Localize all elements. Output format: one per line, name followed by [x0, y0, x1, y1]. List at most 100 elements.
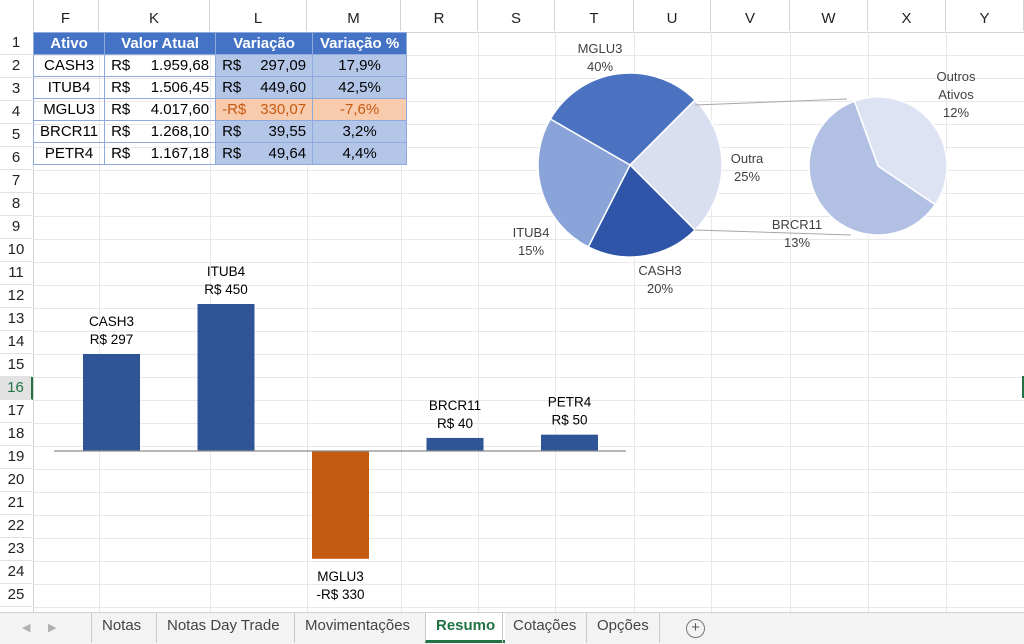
- cell-variacao-pct[interactable]: 3,2%: [312, 120, 408, 143]
- row-header[interactable]: 15: [0, 354, 32, 377]
- cell-ativo[interactable]: BRCR11: [32, 120, 106, 143]
- bar-brcr11[interactable]: [426, 437, 484, 451]
- col-header[interactable]: L: [210, 0, 307, 31]
- column-header-bar: F K L M R S T U V W X Y: [0, 0, 1024, 33]
- row-header[interactable]: 20: [0, 469, 32, 492]
- table-header-row: Ativo Valor Atual Variação Variação %: [32, 32, 408, 55]
- row-header[interactable]: 24: [0, 561, 32, 584]
- row-header[interactable]: 17: [0, 400, 32, 423]
- col-header[interactable]: T: [555, 0, 634, 31]
- row-header[interactable]: 11: [0, 262, 32, 285]
- bar-value-label: R$ 50: [551, 413, 587, 428]
- header-variacao[interactable]: Variação: [215, 32, 314, 55]
- row-header[interactable]: 18: [0, 423, 32, 446]
- row-header[interactable]: 21: [0, 492, 32, 515]
- pie-data-label: 40%: [587, 59, 613, 74]
- row-header[interactable]: 25: [0, 584, 32, 607]
- cell-valor-atual[interactable]: R$ 1.959,68: [104, 54, 217, 77]
- row-header[interactable]: 22: [0, 515, 32, 538]
- col-header[interactable]: K: [99, 0, 210, 31]
- cell-variacao[interactable]: R$ 297,09: [215, 54, 314, 77]
- pie-data-label: 12%: [943, 105, 969, 120]
- allocation-pie-chart[interactable]: MGLU3 40% Outra 25% CASH3 20% ITUB4 15% BRCR11 13…: [495, 35, 995, 305]
- row-header[interactable]: 5: [0, 124, 32, 147]
- tab-cotacoes[interactable]: Cotações: [502, 613, 586, 643]
- tab-notas[interactable]: Notas: [91, 613, 151, 643]
- bar-mglu3[interactable]: [312, 451, 369, 559]
- bar-cash3[interactable]: [83, 353, 140, 451]
- variation-bar-chart[interactable]: CASH3 R$ 297 ITUB4 R$ 450 MGLU3 -R$ 330 BRCR11…: [40, 255, 640, 605]
- bar-value-label: -R$ 330: [316, 587, 364, 602]
- row-header[interactable]: 3: [0, 78, 32, 101]
- col-header[interactable]: X: [868, 0, 946, 31]
- tab-opcoes[interactable]: Opções: [586, 613, 660, 643]
- bar-value-label: R$ 40: [437, 416, 473, 431]
- row-header[interactable]: 12: [0, 285, 32, 308]
- col-header[interactable]: W: [790, 0, 868, 31]
- table-row: CASH3 R$ 1.959,68 R$ 297,09 17,9%: [32, 54, 408, 77]
- col-header[interactable]: R: [401, 0, 478, 31]
- row-header[interactable]: 6: [0, 147, 32, 170]
- table-row: BRCR11 R$ 1.268,10 R$ 39,55 3,2%: [32, 120, 408, 143]
- row-header[interactable]: 14: [0, 331, 32, 354]
- tab-notas-day-trade[interactable]: Notas Day Trade: [156, 613, 290, 643]
- tab-movimentacoes[interactable]: Movimentações: [294, 613, 420, 643]
- cell-variacao[interactable]: R$ 449,60: [215, 76, 314, 99]
- cell-variacao[interactable]: R$ 49,64: [215, 142, 314, 165]
- cell-valor-atual[interactable]: R$ 1.268,10: [104, 120, 217, 143]
- table-row: PETR4 R$ 1.167,18 R$ 49,64 4,4%: [32, 142, 408, 165]
- row-header[interactable]: 1: [0, 32, 32, 55]
- cell-variacao[interactable]: R$ 39,55: [215, 120, 314, 143]
- col-header[interactable]: V: [711, 0, 790, 31]
- cell-valor-atual[interactable]: R$ 1.167,18: [104, 142, 217, 165]
- cell-variacao-pct[interactable]: 17,9%: [312, 54, 408, 77]
- header-ativo[interactable]: Ativo: [32, 32, 106, 55]
- row-header[interactable]: 8: [0, 193, 32, 216]
- cell-variacao-pct[interactable]: -7,6%: [312, 98, 408, 121]
- row-header-bar: 1 2 3 4 5 6 7 8 9 10 11 12 13 14 15 16 17 18 19 20 21 22 23 24 2…: [0, 32, 34, 612]
- cell-ativo[interactable]: PETR4: [32, 142, 106, 165]
- pie-connector-line: [694, 98, 848, 106]
- header-valor-atual[interactable]: Valor Atual: [104, 32, 217, 55]
- tab-scroll-left-icon[interactable]: ◀: [22, 621, 30, 634]
- sheet-tab-bar: ◀ ▶ Notas Notas Day Trade Movimentações …: [0, 612, 1024, 644]
- pie-data-label: CASH3: [638, 263, 681, 278]
- table-row: MGLU3 R$ 4.017,60 -R$ 330,07 -7,6%: [32, 98, 408, 121]
- bar-petr4[interactable]: [541, 434, 598, 451]
- tab-resumo[interactable]: Resumo: [425, 613, 506, 643]
- row-header[interactable]: 10: [0, 239, 32, 262]
- row-header[interactable]: 23: [0, 538, 32, 561]
- cell-variacao-pct[interactable]: 4,4%: [312, 142, 408, 165]
- cell-ativo[interactable]: ITUB4: [32, 76, 106, 99]
- row-header[interactable]: 19: [0, 446, 32, 469]
- tab-scroll-right-icon[interactable]: ▶: [48, 621, 56, 634]
- pie-data-label: Outros: [936, 69, 976, 84]
- cell-variacao[interactable]: -R$ 330,07: [215, 98, 314, 121]
- row-header[interactable]: 9: [0, 216, 32, 239]
- summary-table: Ativo Valor Atual Variação Variação % CA…: [32, 32, 408, 165]
- row-header[interactable]: 2: [0, 55, 32, 78]
- pie-data-label: ITUB4: [513, 225, 550, 240]
- cell-valor-atual[interactable]: R$ 1.506,45: [104, 76, 217, 99]
- cell-valor-atual[interactable]: R$ 4.017,60: [104, 98, 217, 121]
- col-header[interactable]: S: [478, 0, 555, 31]
- bar-value-label: R$ 450: [204, 282, 248, 297]
- bar-category-label: MGLU3: [317, 569, 364, 584]
- bar-itub4[interactable]: [197, 304, 255, 451]
- row-header[interactable]: 7: [0, 170, 32, 193]
- col-header[interactable]: Y: [946, 0, 1024, 31]
- row-header[interactable]: 4: [0, 101, 32, 124]
- col-header[interactable]: U: [634, 0, 711, 31]
- row-header[interactable]: 13: [0, 308, 32, 331]
- select-all-corner[interactable]: [0, 0, 34, 31]
- cell-ativo[interactable]: MGLU3: [32, 98, 106, 121]
- add-sheet-icon[interactable]: +: [686, 619, 705, 638]
- header-variacao-pct[interactable]: Variação %: [312, 32, 408, 55]
- cell-ativo[interactable]: CASH3: [32, 54, 106, 77]
- bar-category-label: ITUB4: [207, 264, 246, 279]
- col-header[interactable]: F: [33, 0, 99, 31]
- bar-value-label: R$ 297: [90, 332, 134, 347]
- col-header[interactable]: M: [307, 0, 401, 31]
- row-header[interactable]: 16: [0, 377, 33, 400]
- cell-variacao-pct[interactable]: 42,5%: [312, 76, 408, 99]
